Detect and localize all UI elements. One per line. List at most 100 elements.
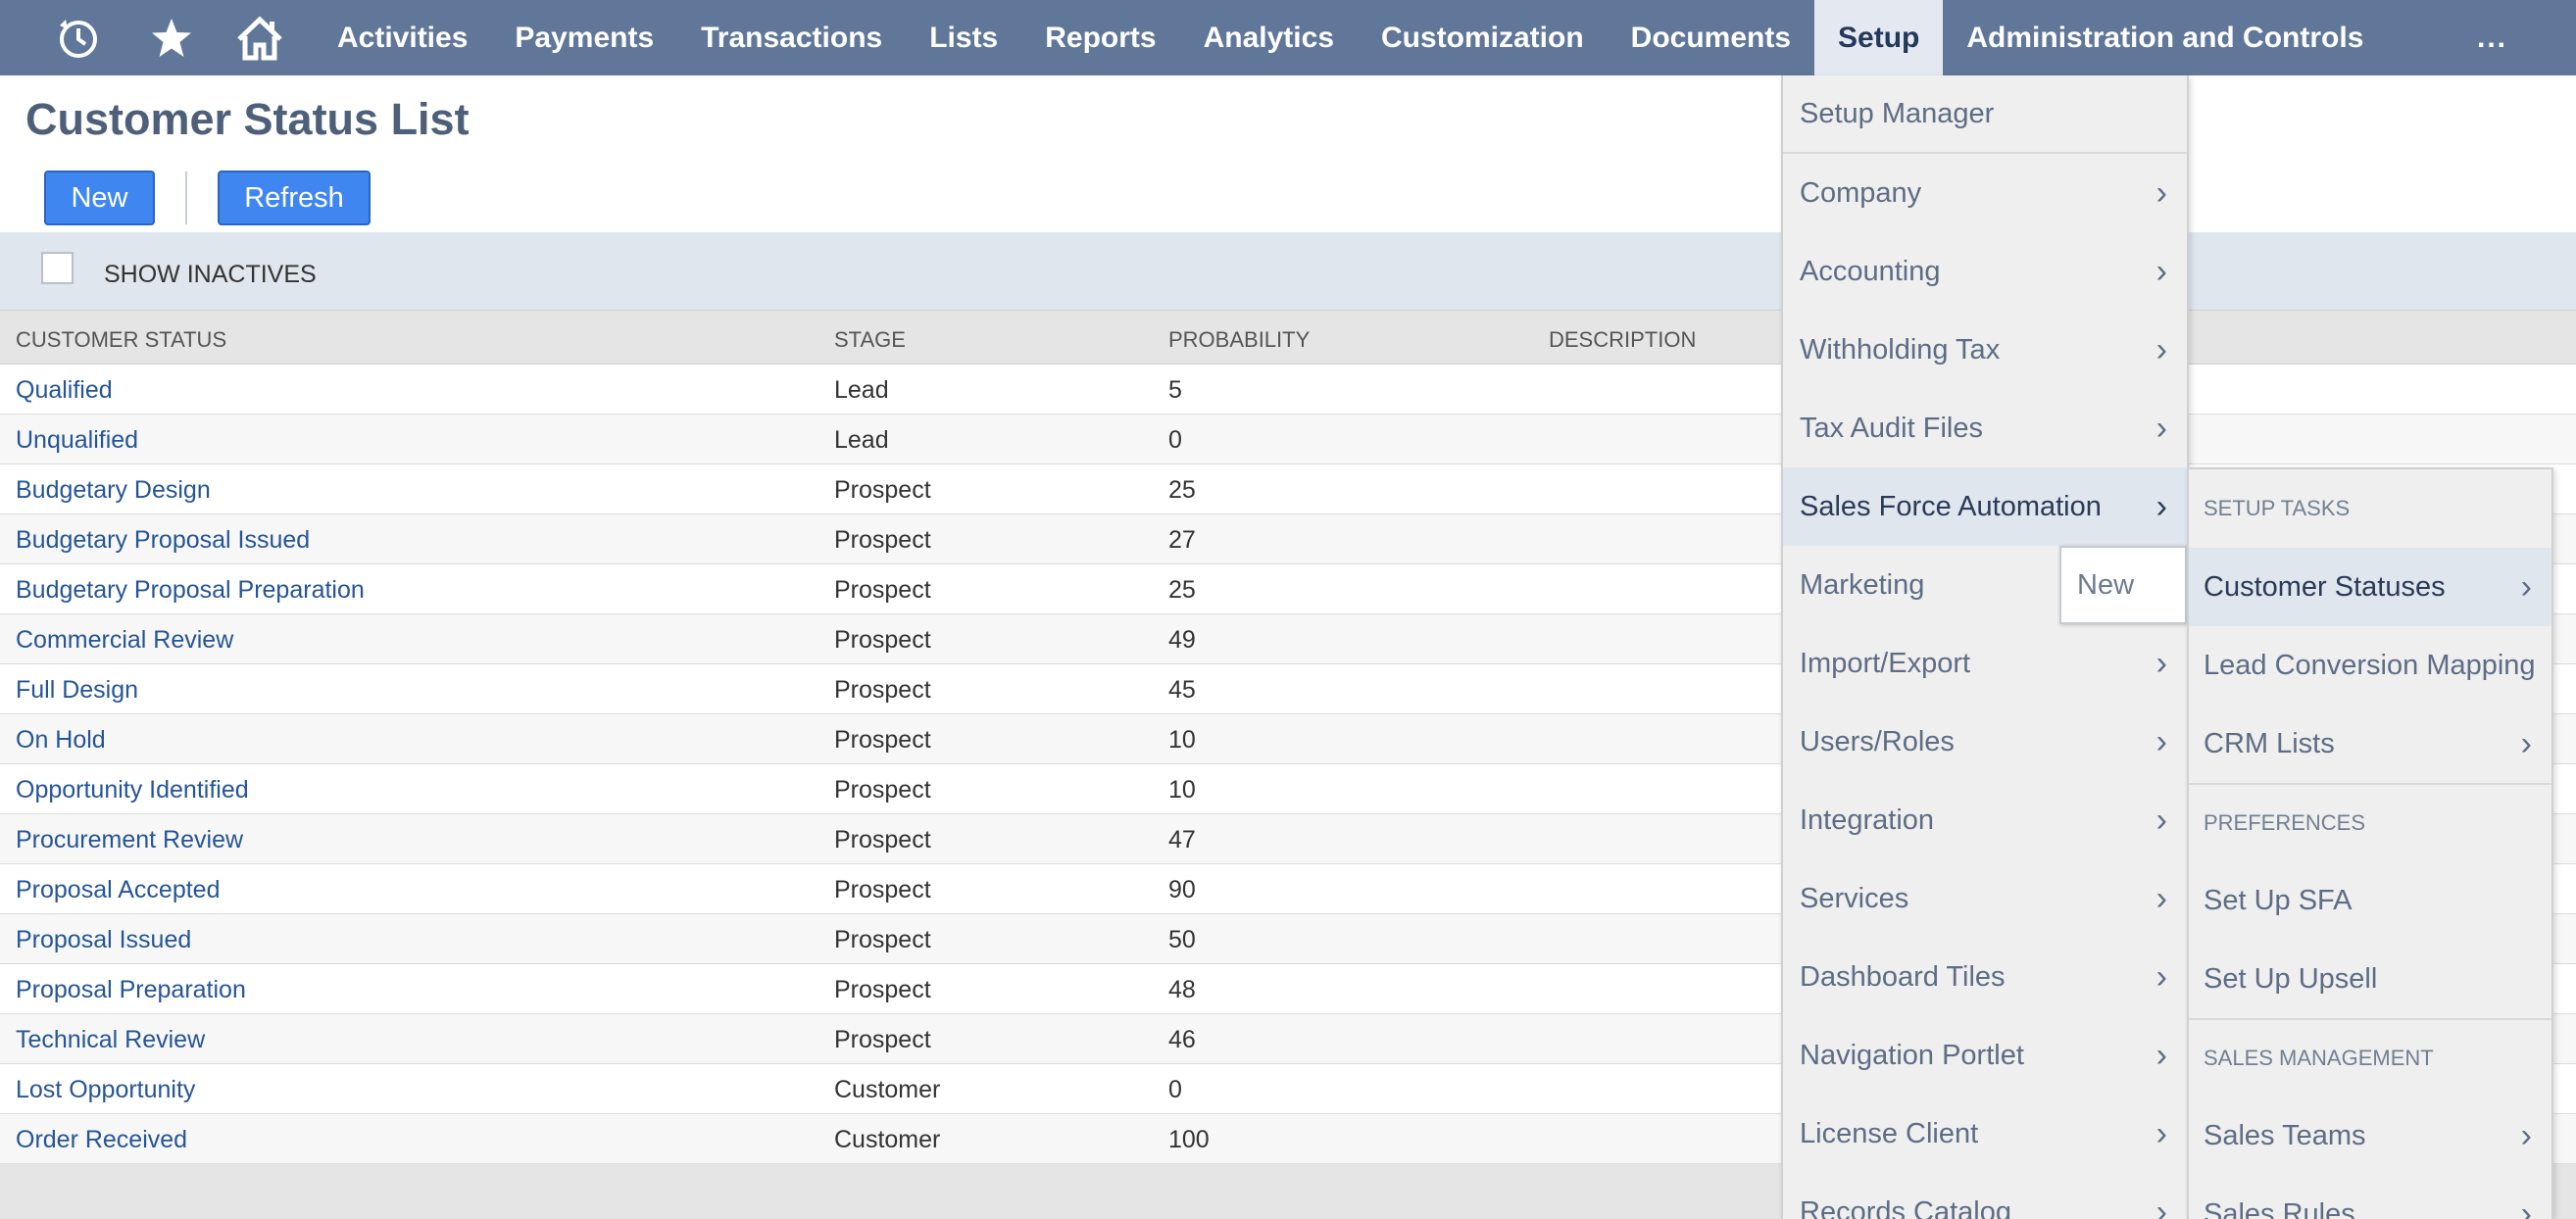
cell-customer-status[interactable]: On Hold: [16, 726, 106, 755]
menu-item-services[interactable]: Services ›: [1783, 859, 2187, 938]
menu-item-withholding-tax[interactable]: Withholding Tax ›: [1783, 311, 2187, 389]
setup-dropdown-menu: Setup Manager Company › Accounting › Withhol…: [1781, 75, 2189, 1219]
submenu-item-label: Customer Statuses: [2204, 570, 2446, 603]
star-icon[interactable]: [127, 0, 216, 75]
page-title: Customer Status List: [25, 94, 470, 144]
menu-item-label: Integration: [1800, 804, 1935, 836]
menu-item-label: Import/Export: [1800, 647, 1971, 679]
cell-stage: Prospect: [834, 526, 931, 554]
button-divider: [185, 171, 187, 224]
submenu-item-sales-rules[interactable]: Sales Rules ›: [2189, 1175, 2551, 1219]
submenu-item-set-up-sfa[interactable]: Set Up SFA: [2189, 861, 2551, 940]
new-button[interactable]: New: [44, 171, 155, 225]
menu-item-accounting[interactable]: Accounting ›: [1783, 232, 2187, 311]
cell-probability: 47: [1168, 826, 1196, 853]
nav-setup[interactable]: Setup: [1814, 0, 1944, 75]
menu-item-label: Accounting: [1800, 255, 1941, 287]
menu-item-label: Navigation Portlet: [1800, 1039, 2024, 1071]
cell-stage: Prospect: [834, 726, 931, 754]
nav-customization[interactable]: Customization: [1358, 0, 1608, 75]
submenu-item-sales-teams[interactable]: Sales Teams ›: [2189, 1097, 2551, 1175]
nav-more-button[interactable]: ...: [2477, 0, 2507, 75]
cell-customer-status[interactable]: Procurement Review: [16, 826, 243, 854]
nav-administration-and-controls[interactable]: Administration and Controls: [1943, 0, 2387, 75]
cell-customer-status[interactable]: Lost Opportunity: [16, 1076, 195, 1104]
submenu-item-set-up-upsell[interactable]: Set Up Upsell: [2189, 940, 2551, 1018]
cell-customer-status[interactable]: Budgetary Design: [16, 476, 211, 505]
cell-customer-status[interactable]: Qualified: [16, 376, 113, 405]
cell-customer-status[interactable]: Budgetary Proposal Issued: [16, 526, 310, 555]
menu-item-label: Company: [1800, 176, 1922, 209]
menu-item-setup-manager[interactable]: Setup Manager: [1783, 75, 2187, 154]
menu-item-navigation-portlet[interactable]: Navigation Portlet ›: [1783, 1016, 2187, 1095]
nav-payments[interactable]: Payments: [491, 0, 677, 75]
column-header-description[interactable]: DESCRIPTION: [1549, 327, 1696, 353]
cell-customer-status[interactable]: Commercial Review: [16, 626, 233, 655]
show-inactives-checkbox[interactable]: [41, 252, 74, 284]
nav-lists[interactable]: Lists: [906, 0, 1021, 75]
nav-transactions[interactable]: Transactions: [677, 0, 906, 75]
section-sales-management: SALES MANAGEMENT: [2189, 1018, 2551, 1097]
menu-item-dashboard-tiles[interactable]: Dashboard Tiles ›: [1783, 938, 2187, 1016]
cell-probability: 25: [1168, 476, 1196, 504]
setup-menu-items: Company › Accounting › Withholding Tax › Tax A…: [1783, 154, 2187, 1219]
cell-customer-status[interactable]: Unqualified: [16, 426, 138, 455]
cell-customer-status[interactable]: Proposal Issued: [16, 926, 191, 954]
column-header-stage[interactable]: STAGE: [834, 327, 906, 353]
show-inactives-label: SHOW INACTIVES: [104, 261, 317, 288]
menu-item-label: Users/Roles: [1800, 725, 1955, 757]
submenu-item-label: Set Up Upsell: [2204, 962, 2378, 995]
recent-records-icon[interactable]: [0, 0, 127, 75]
cell-customer-status[interactable]: Technical Review: [16, 1026, 205, 1054]
cell-stage: Prospect: [834, 576, 931, 604]
menu-item-label: Marketing: [1800, 568, 1925, 601]
nav-activities[interactable]: Activities: [314, 0, 491, 75]
menu-item-records-catalog[interactable]: Records Catalog ›: [1783, 1173, 2187, 1219]
cell-customer-status[interactable]: Order Received: [16, 1126, 187, 1154]
menu-item-label: License Client: [1800, 1117, 1979, 1149]
sales-force-automation-submenu: SETUP TASKS Customer Statuses › Lead Con…: [2187, 467, 2553, 1219]
cell-probability: 27: [1168, 526, 1196, 554]
menu-item-label: Dashboard Tiles: [1800, 960, 2006, 993]
cell-probability: 48: [1168, 976, 1196, 1003]
cell-customer-status[interactable]: Opportunity Identified: [16, 776, 249, 805]
nav-documents[interactable]: Documents: [1608, 0, 1814, 75]
menu-item-tax-audit-files[interactable]: Tax Audit Files ›: [1783, 389, 2187, 467]
chevron-right-icon: ›: [2155, 409, 2167, 447]
submenu-item-label: Lead Conversion Mapping: [2204, 649, 2536, 681]
nav-reports[interactable]: Reports: [1021, 0, 1179, 75]
chevron-right-icon: ›: [2155, 1036, 2167, 1074]
menu-item-import-export[interactable]: Import/Export ›: [1783, 624, 2187, 703]
menu-item-company[interactable]: Company ›: [1783, 154, 2187, 232]
cell-customer-status[interactable]: Proposal Accepted: [16, 876, 220, 904]
cell-customer-status[interactable]: Full Design: [16, 676, 138, 705]
chevron-right-icon: ›: [2520, 1195, 2532, 1219]
submenu-item-lead-conversion-mapping[interactable]: Lead Conversion Mapping: [2189, 626, 2551, 705]
menu-item-sales-force-automation[interactable]: Sales Force Automation ›: [1783, 467, 2187, 546]
menu-item-label: Sales Force Automation: [1800, 490, 2102, 522]
filter-bar: SHOW INACTIVES: [0, 232, 2576, 310]
cell-probability: 90: [1168, 876, 1196, 903]
chevron-right-icon: ›: [2155, 173, 2167, 212]
menu-item-integration[interactable]: Integration ›: [1783, 781, 2187, 859]
cell-customer-status[interactable]: Budgetary Proposal Preparation: [16, 576, 365, 605]
chevron-right-icon: ›: [2155, 252, 2167, 290]
chevron-right-icon: ›: [2155, 487, 2167, 525]
column-header-probability[interactable]: PROBABILITY: [1168, 327, 1310, 353]
cell-stage: Prospect: [834, 626, 931, 654]
menu-item-users-roles[interactable]: Users/Roles ›: [1783, 703, 2187, 781]
table-row: Qualified Lead 5: [0, 365, 2576, 414]
chevron-right-icon: ›: [2520, 567, 2532, 606]
home-icon[interactable]: [216, 0, 304, 75]
cell-stage: Prospect: [834, 776, 931, 804]
nav-analytics[interactable]: Analytics: [1180, 0, 1358, 75]
cell-stage: Prospect: [834, 676, 931, 704]
new-flyout-popup[interactable]: New: [2059, 546, 2187, 624]
cell-customer-status[interactable]: Proposal Preparation: [16, 976, 246, 1004]
cell-stage: Prospect: [834, 476, 931, 504]
column-header-customer-status[interactable]: CUSTOMER STATUS: [16, 327, 226, 353]
menu-item-license-client[interactable]: License Client ›: [1783, 1095, 2187, 1173]
refresh-button[interactable]: Refresh: [218, 171, 371, 225]
submenu-item-crm-lists[interactable]: CRM Lists ›: [2189, 705, 2551, 783]
submenu-item-customer-statuses[interactable]: Customer Statuses ›: [2189, 548, 2551, 626]
